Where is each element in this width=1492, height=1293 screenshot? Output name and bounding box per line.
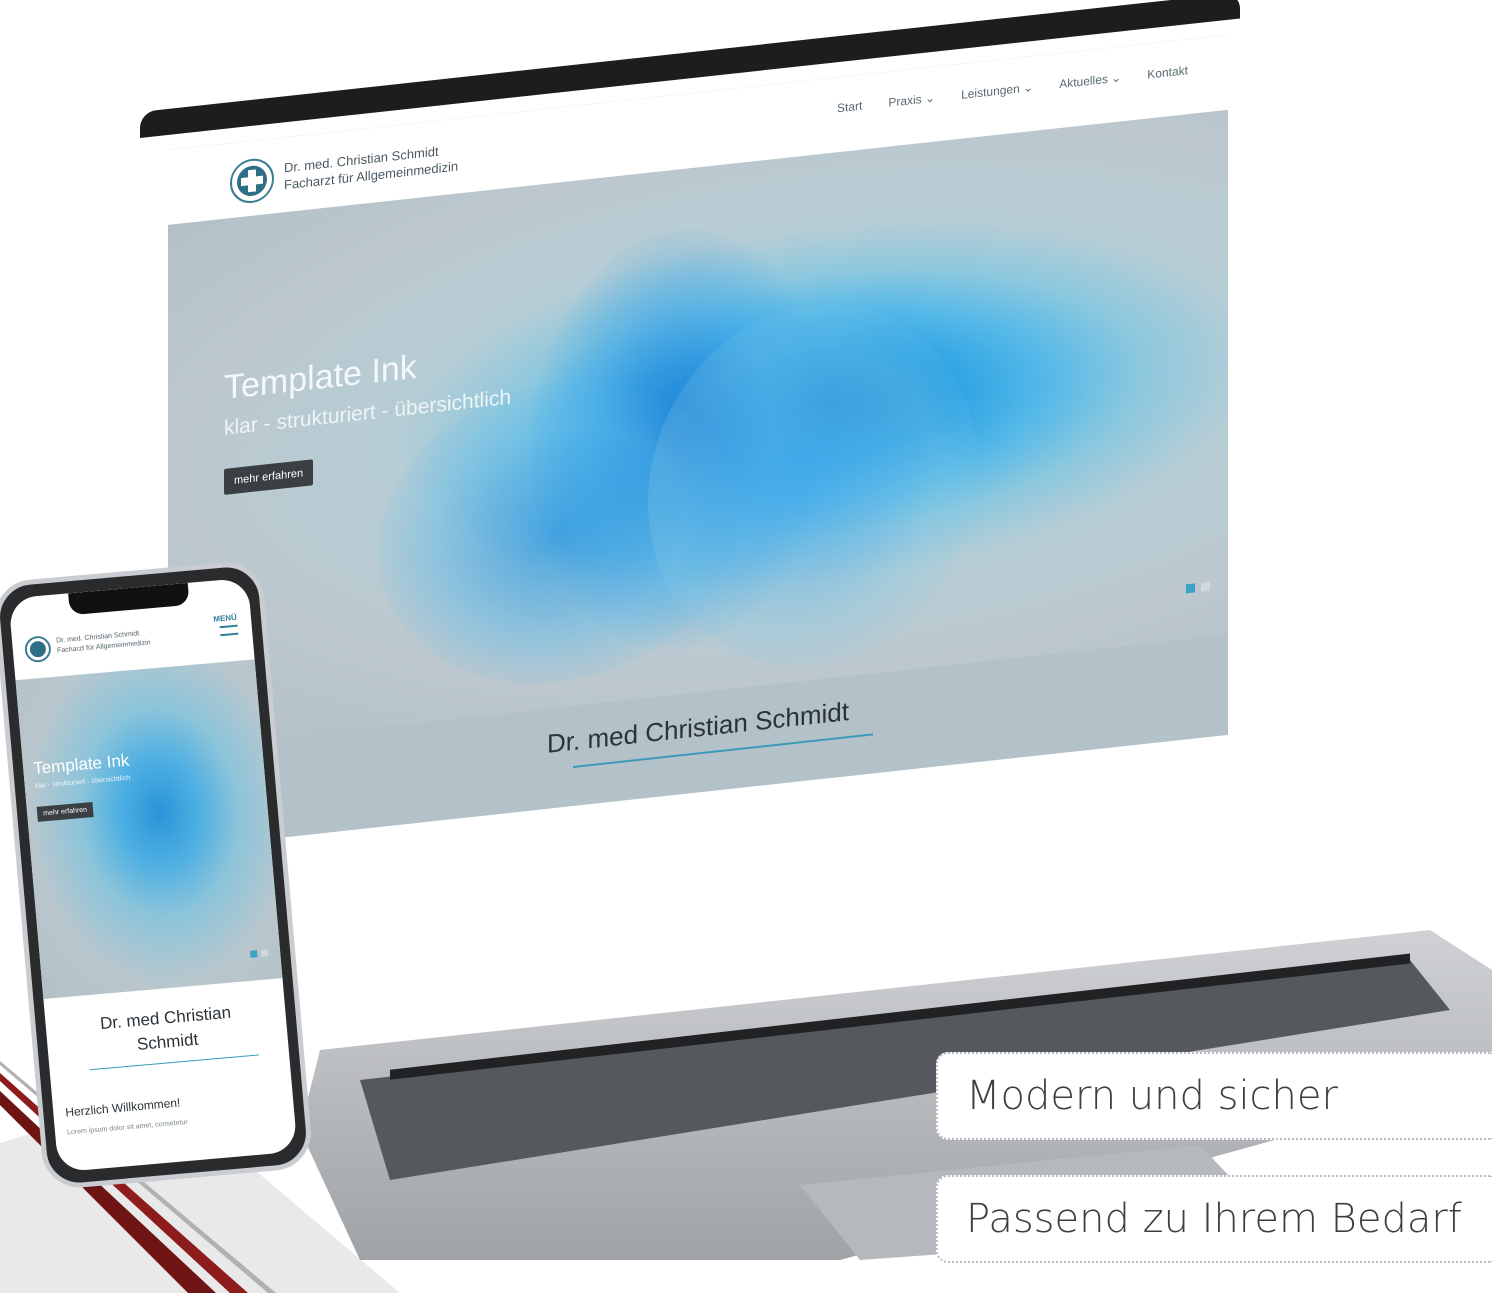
slider-dots: [1186, 581, 1210, 594]
phone-hero-more-button[interactable]: mehr erfahren: [36, 802, 94, 822]
chevron-down-icon: ⌄: [1111, 70, 1122, 86]
phone-screen: Dr. med. Christian Schmidt Facharzt für …: [8, 577, 298, 1173]
callout-bedarf: Passend zu Ihrem Bedarf: [936, 1175, 1492, 1263]
nav-item-kontakt[interactable]: Kontakt: [1147, 63, 1188, 81]
chevron-down-icon: ⌄: [925, 90, 936, 106]
nav-item-praxis-label: Praxis: [888, 92, 922, 110]
slider-dot-2[interactable]: [1201, 581, 1210, 592]
phone-hero-title: Template Ink: [32, 750, 131, 778]
main-nav: Start Praxis ⌄ Leistungen ⌄ Aktuelles ⌄ …: [837, 63, 1188, 115]
nav-item-leistungen[interactable]: Leistungen ⌄: [961, 80, 1033, 102]
slider-dot-1[interactable]: [1186, 583, 1195, 594]
phone: Dr. med. Christian Schmidt Facharzt für …: [0, 559, 315, 1191]
medical-cross-logo-icon[interactable]: [23, 635, 52, 664]
hero-more-button[interactable]: mehr erfahren: [224, 459, 314, 495]
phone-menu-label[interactable]: MENÜ: [213, 613, 237, 624]
phone-welcome-text: Lorem ipsum dolor sit amet, consetetur: [66, 1118, 189, 1137]
laptop-screen: Dr. med. Christian Schmidt Facharzt für …: [168, 34, 1228, 850]
medical-cross-logo-icon[interactable]: [230, 156, 274, 206]
nav-item-start[interactable]: Start: [837, 99, 862, 116]
nav-item-aktuelles-label: Aktuelles: [1059, 71, 1108, 92]
phone-hero: Template Ink klar - strukturiert - übers…: [15, 659, 283, 1000]
phone-slider-dot-1[interactable]: [249, 950, 258, 958]
phone-slider-dots: [249, 949, 269, 958]
hamburger-menu-icon[interactable]: [219, 624, 239, 637]
phone-slider-dot-2[interactable]: [260, 949, 269, 957]
nav-item-leistungen-label: Leistungen: [961, 81, 1020, 102]
logo-text[interactable]: Dr. med. Christian Schmidt Facharzt für …: [284, 140, 458, 193]
nav-item-praxis[interactable]: Praxis ⌄: [888, 91, 935, 110]
chevron-down-icon: ⌄: [1023, 80, 1034, 96]
phone-welcome-heading: Herzlich Willkommen!: [64, 1095, 181, 1120]
nav-item-aktuelles[interactable]: Aktuelles ⌄: [1059, 70, 1121, 91]
phone-logo-text[interactable]: Dr. med. Christian Schmidt Facharzt für …: [56, 628, 151, 656]
callout-modern: Modern und sicher: [936, 1052, 1492, 1140]
